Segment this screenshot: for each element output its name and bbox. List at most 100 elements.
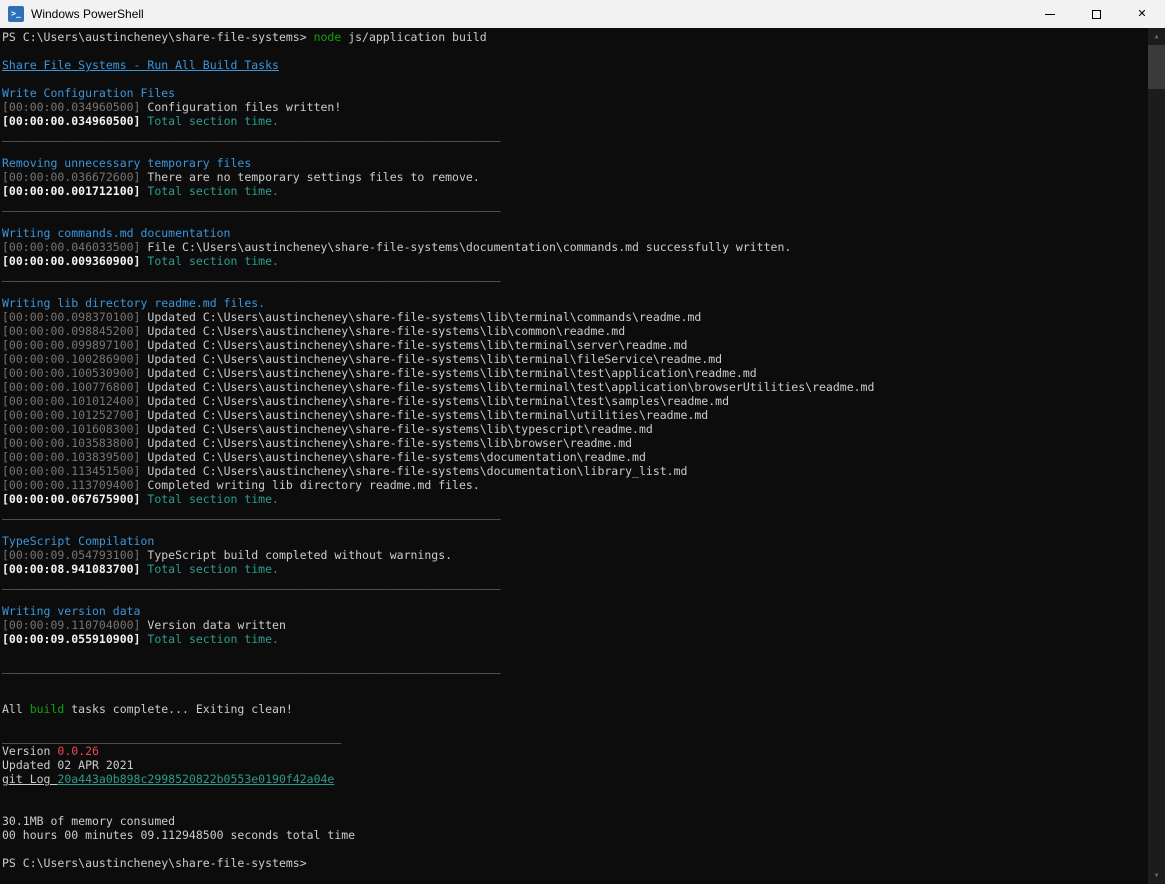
terminal-text-segment: js/application build [341, 30, 487, 44]
terminal-text-segment: Version [2, 744, 58, 758]
terminal-line: git Log 20a443a0b898c2998520822b0553e019… [2, 772, 1148, 786]
terminal-text-segment: [00:00:00.103583800] [2, 436, 141, 450]
terminal-text-segment: Updated C:\Users\austincheney\share-file… [140, 450, 646, 464]
total-time: 00 hours 00 minutes 09.112948500 seconds… [2, 828, 356, 842]
terminal-text-segment: [00:00:09.055910900] [2, 632, 141, 646]
section-separator: ________________________________________… [2, 128, 501, 142]
section-separator: ________________________________________… [2, 576, 501, 590]
terminal-text-segment: [00:00:00.001712100] [2, 184, 141, 198]
terminal-text-segment: Updated C:\Users\austincheney\share-file… [140, 394, 729, 408]
terminal-text-segment: build [29, 702, 65, 716]
terminal-line: [00:00:09.055910900] Total section time. [2, 632, 1148, 646]
terminal-line: [00:00:00.103839500] Updated C:\Users\au… [2, 450, 1148, 464]
terminal-line: ________________________________________… [2, 660, 1148, 674]
terminal-text-segment: [00:00:00.113451500] [2, 464, 141, 478]
terminal-text-segment: [00:00:00.046033500] [2, 240, 141, 254]
terminal-text-segment: Updated C:\Users\austincheney\share-file… [140, 408, 709, 422]
terminal-line: [00:00:00.046033500] File C:\Users\austi… [2, 240, 1148, 254]
terminal-text-segment: [00:00:00.009360900] [2, 254, 141, 268]
shell-prompt: PS C:\Users\austincheney\share-file-syst… [2, 856, 307, 870]
terminal-line: Removing unnecessary temporary files [2, 156, 1148, 170]
terminal-line: [00:00:00.100530900] Updated C:\Users\au… [2, 366, 1148, 380]
terminal-line: ________________________________________… [2, 198, 1148, 212]
minimize-button[interactable] [1027, 0, 1073, 28]
terminal-text-segment: Updated C:\Users\austincheney\share-file… [140, 464, 688, 478]
terminal-text-segment: Total section time. [140, 562, 279, 576]
maximize-icon [1091, 9, 1101, 19]
terminal-text-segment: Configuration files written! [140, 100, 342, 114]
terminal-line: [00:00:00.098845200] Updated C:\Users\au… [2, 324, 1148, 338]
terminal-text-segment: Total section time. [140, 254, 279, 268]
terminal-text-segment: Updated C:\Users\austincheney\share-file… [140, 422, 653, 436]
terminal-line: [00:00:00.103583800] Updated C:\Users\au… [2, 436, 1148, 450]
terminal-output[interactable]: PS C:\Users\austincheney\share-file-syst… [0, 28, 1148, 884]
window-controls: ✕ [1027, 0, 1165, 28]
terminal-text-segment: [00:00:00.101252700] [2, 408, 141, 422]
section-heading: TypeScript Compilation [2, 534, 155, 548]
terminal-text-segment: Updated C:\Users\austincheney\share-file… [140, 436, 633, 450]
version-number: 0.0.26 [57, 744, 99, 758]
terminal-text-segment: [00:00:00.100530900] [2, 366, 141, 380]
terminal-text-segment: File C:\Users\austincheney\share-file-sy… [140, 240, 792, 254]
close-icon: ✕ [1137, 7, 1147, 20]
terminal-text-segment: Updated C:\Users\austincheney\share-file… [140, 352, 723, 366]
terminal-text-segment: Updated C:\Users\austincheney\share-file… [140, 310, 702, 324]
terminal-line: 30.1MB of memory consumed [2, 814, 1148, 828]
terminal-line: [00:00:00.001712100] Total section time. [2, 184, 1148, 198]
section-heading: Writing version data [2, 604, 141, 618]
terminal-line: [00:00:00.067675900] Total section time. [2, 492, 1148, 506]
terminal-text-segment: Total section time. [140, 184, 279, 198]
terminal-line: [00:00:00.100286900] Updated C:\Users\au… [2, 352, 1148, 366]
terminal-text-segment: Updated C:\Users\austincheney\share-file… [140, 338, 688, 352]
terminal-line: TypeScript Compilation [2, 534, 1148, 548]
terminal-text-segment: Version data written [140, 618, 286, 632]
terminal-line: [00:00:09.110704000] Version data writte… [2, 618, 1148, 632]
terminal-text-segment: [00:00:00.103839500] [2, 450, 141, 464]
updated-date: Updated 02 APR 2021 [2, 758, 134, 772]
terminal-line: [00:00:00.101252700] Updated C:\Users\au… [2, 408, 1148, 422]
terminal-line: 00 hours 00 minutes 09.112948500 seconds… [2, 828, 1148, 842]
terminal-text-segment: [00:00:00.113709400] [2, 478, 141, 492]
summary-separator: ________________________________________… [2, 730, 342, 744]
powershell-icon[interactable]: >_ [8, 6, 24, 22]
maximize-button[interactable] [1073, 0, 1119, 28]
terminal-line: PS C:\Users\austincheney\share-file-syst… [2, 30, 1148, 44]
terminal-text-segment: [00:00:00.034960500] [2, 100, 141, 114]
terminal-line: [00:00:00.036672600] There are no tempor… [2, 170, 1148, 184]
section-heading: Write Configuration Files [2, 86, 176, 100]
terminal-line: [00:00:00.101012400] Updated C:\Users\au… [2, 394, 1148, 408]
terminal-text-segment: [00:00:09.110704000] [2, 618, 141, 632]
terminal-text-segment: [00:00:00.101608300] [2, 422, 141, 436]
terminal-text-segment: node [313, 30, 342, 44]
terminal-scrollbar[interactable]: ▲ ▼ [1148, 28, 1165, 884]
terminal-text-segment: [00:00:00.067675900] [2, 492, 141, 506]
terminal-text-segment: git Log [2, 772, 58, 786]
scrollbar-thumb[interactable] [1148, 45, 1165, 89]
terminal-line: Writing commands.md documentation [2, 226, 1148, 240]
terminal-line: Write Configuration Files [2, 86, 1148, 100]
terminal-text-segment: Completed writing lib directory readme.m… [140, 478, 480, 492]
terminal-line: ________________________________________… [2, 730, 1148, 744]
section-heading: Removing unnecessary temporary files [2, 156, 252, 170]
terminal-line: [00:00:00.034960500] Total section time. [2, 114, 1148, 128]
terminal-line: ________________________________________… [2, 576, 1148, 590]
scroll-down-icon[interactable]: ▼ [1148, 867, 1165, 884]
terminal-text-segment: Updated C:\Users\austincheney\share-file… [140, 366, 757, 380]
terminal-text-segment: [00:00:09.054793100] [2, 548, 141, 562]
terminal-text-segment: [00:00:00.034960500] [2, 114, 141, 128]
terminal-line: [00:00:00.113451500] Updated C:\Users\au… [2, 464, 1148, 478]
section-separator: ________________________________________… [2, 660, 501, 674]
scroll-up-icon[interactable]: ▲ [1148, 28, 1165, 45]
close-button[interactable]: ✕ [1119, 0, 1165, 28]
